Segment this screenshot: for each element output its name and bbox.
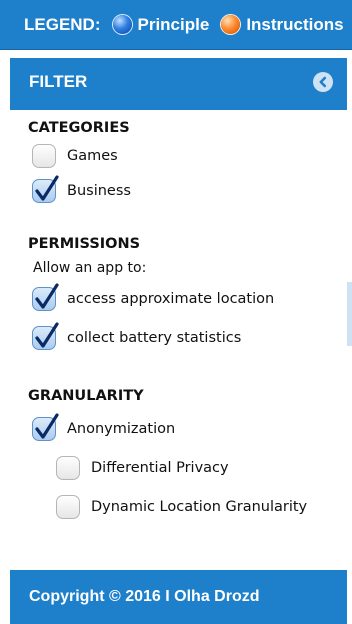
checkbox-label: Anonymization	[67, 421, 176, 437]
checkbox-box[interactable]	[32, 175, 59, 203]
checkbox-games[interactable]: Games	[32, 144, 118, 168]
panel-footer: Copyright © 2016 I Olha Drozd	[10, 570, 347, 624]
checkbox-label: collect battery statistics	[67, 330, 242, 346]
orange-dot-icon	[221, 15, 241, 34]
blue-dot-icon	[112, 15, 132, 34]
app-page: LEGEND: Principle Instructions FILTER Co…	[0, 0, 352, 624]
checkmark-icon	[35, 322, 59, 348]
legend-bar: LEGEND: Principle Instructions	[0, 0, 352, 50]
checkbox-box[interactable]	[32, 144, 56, 168]
collapse-filter-button[interactable]	[313, 72, 333, 92]
granularity-title: GRANULARITY	[28, 388, 144, 404]
checkbox-anonymization[interactable]: Anonymization	[32, 413, 176, 441]
filter-body: CATEGORIES Games Business PERMISSIONS Al…	[10, 110, 347, 570]
checkbox-box[interactable]	[56, 495, 80, 519]
permissions-subtitle: Allow an app to:	[33, 260, 147, 276]
checkbox-business[interactable]: Business	[32, 175, 131, 203]
checkbox-box[interactable]	[32, 322, 59, 350]
chevron-left-icon	[319, 76, 327, 88]
permissions-title: PERMISSIONS	[28, 236, 141, 252]
checkbox-box[interactable]	[32, 283, 59, 311]
checkmark-icon	[35, 175, 59, 201]
checkbox-label: access approximate location	[67, 291, 275, 307]
filter-title: FILTER	[29, 72, 88, 91]
checkbox-battery-statistics[interactable]: collect battery statistics	[32, 322, 242, 350]
checkmark-icon	[35, 413, 59, 439]
checkbox-label: Dynamic Location Granularity	[91, 499, 308, 515]
checkbox-approximate-location[interactable]: access approximate location	[32, 283, 275, 311]
checkbox-label: Games	[67, 148, 118, 164]
checkbox-differential-privacy[interactable]: Differential Privacy	[56, 456, 229, 480]
checkbox-box[interactable]	[32, 413, 59, 441]
checkbox-box[interactable]	[56, 456, 80, 480]
side-edge-strip	[347, 282, 352, 346]
categories-title: CATEGORIES	[28, 120, 130, 136]
filter-header: FILTER	[10, 58, 347, 106]
checkbox-dynamic-location-granularity[interactable]: Dynamic Location Granularity	[56, 495, 307, 519]
checkmark-icon	[35, 283, 59, 309]
legend-item-principle: Principle	[137, 14, 210, 34]
checkbox-label: Business	[67, 183, 131, 199]
legend-title: LEGEND:	[24, 14, 101, 34]
legend-item-instructions: Instructions	[246, 14, 344, 34]
checkbox-label: Differential Privacy	[91, 460, 229, 476]
copyright-text: Copyright © 2016 I Olha Drozd	[29, 588, 260, 605]
